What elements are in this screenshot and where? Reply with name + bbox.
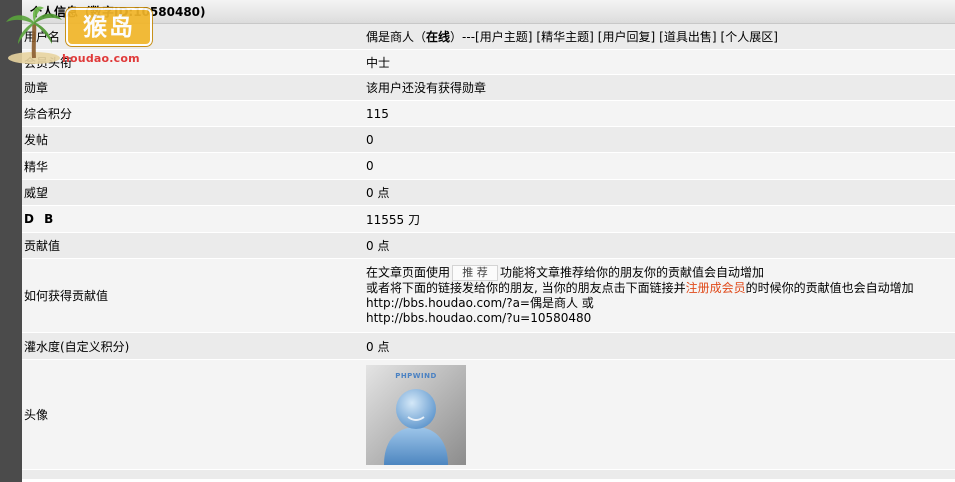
default-user-icon xyxy=(384,388,448,465)
row-digest: 精华 0 xyxy=(22,153,955,180)
register-link[interactable]: 注册成会员 xyxy=(686,281,746,295)
left-rail xyxy=(0,0,22,482)
row-prestige: 威望 0 点 xyxy=(22,180,955,206)
value-water: 0 点 xyxy=(366,339,390,354)
user-topics-link[interactable]: [用户主题] xyxy=(475,28,532,45)
label-avatar: 头像 xyxy=(24,408,49,422)
contribute-line-1: 在文章页面使用推 荐功能将文章推荐给你的朋友你的贡献值会自动增加 xyxy=(366,265,764,281)
value-score: 115 xyxy=(366,106,389,121)
recommend-button[interactable]: 推 荐 xyxy=(452,265,499,281)
status-close: ）--- xyxy=(450,30,476,44)
value-rank: 中士 xyxy=(366,55,391,70)
row-partial xyxy=(22,470,955,480)
section-title: 个人信息（数字ID:10580480) xyxy=(30,5,206,19)
row-water: 灌水度(自定义积分) 0 点 xyxy=(22,333,955,360)
row-db: D B 11555 刀 xyxy=(22,206,955,233)
row-posts: 发帖 0 xyxy=(22,127,955,153)
contribute-line-2: 或者将下面的链接发给你的朋友, 当你的朋友点击下面链接并注册成会员的时候你的贡献… xyxy=(366,281,914,296)
value-db: 11555 刀 xyxy=(366,212,420,227)
value-posts: 0 xyxy=(366,132,374,147)
personal-gallery-link[interactable]: [个人展区] xyxy=(721,28,778,45)
username-text: 偶是商人 xyxy=(366,30,415,44)
value-how-to-contribute: 在文章页面使用推 荐功能将文章推荐给你的朋友你的贡献值会自动增加 或者将下面的链… xyxy=(366,259,914,332)
label-score: 综合积分 xyxy=(24,107,73,121)
label-medal: 勋章 xyxy=(24,81,49,95)
row-score: 综合积分 115 xyxy=(22,101,955,127)
referral-link-2[interactable]: http://bbs.houdao.com/?u=10580480 xyxy=(366,311,591,326)
row-medal: 勋章 该用户还没有获得勋章 xyxy=(22,75,955,101)
user-replies-link[interactable]: [用户回复] xyxy=(598,28,655,45)
row-how-to-contribute: 如何获得贡献值 在文章页面使用推 荐功能将文章推荐给你的朋友你的贡献值会自动增加… xyxy=(22,259,955,333)
label-prestige: 威望 xyxy=(24,186,49,200)
line1-suffix: 功能将文章推荐给你的朋友你的贡献值会自动增加 xyxy=(500,265,765,280)
label-digest: 精华 xyxy=(24,159,49,174)
avatar: PHPWIND xyxy=(366,364,466,465)
item-sales-link[interactable]: [道具出售] xyxy=(659,28,716,45)
label-posts: 发帖 xyxy=(24,133,49,147)
value-avatar: PHPWIND xyxy=(366,360,466,469)
value-username: 偶是商人 （ 在线 ）--- [用户主题] [精华主题] [用户回复] [道具出… xyxy=(366,24,778,49)
status-open: （ xyxy=(414,30,427,44)
row-rank: 会员头衔 中士 xyxy=(22,50,955,75)
online-status: 在线 xyxy=(426,30,451,44)
label-username: 用户名 xyxy=(24,30,61,44)
line1-prefix: 在文章页面使用 xyxy=(366,265,451,280)
label-rank: 会员头衔 xyxy=(24,55,73,70)
row-username: 用户名 偶是商人 （ 在线 ）--- [用户主题] [精华主题] [用户回复] … xyxy=(22,24,955,50)
row-contribution: 贡献值 0 点 xyxy=(22,233,955,259)
user-digest-link[interactable]: [精华主题] xyxy=(536,28,593,45)
referral-link-1[interactable]: http://bbs.houdao.com/?a=偶是商人 或 xyxy=(366,296,594,311)
line2-prefix: 或者将下面的链接发给你的朋友, 当你的朋友点击下面链接并 xyxy=(366,281,686,295)
profile-table: 用户名 偶是商人 （ 在线 ）--- [用户主题] [精华主题] [用户回复] … xyxy=(22,24,955,480)
value-digest: 0 xyxy=(366,159,374,173)
line2-suffix: 的时候你的贡献值也会自动增加 xyxy=(745,281,914,295)
value-prestige: 0 点 xyxy=(366,186,390,200)
section-header: 个人信息（数字ID:10580480) xyxy=(22,0,955,24)
label-water: 灌水度(自定义积分) xyxy=(24,339,130,354)
label-db: D B xyxy=(24,212,57,226)
row-avatar: 头像 PHPWIND xyxy=(22,360,955,470)
value-medal: 该用户还没有获得勋章 xyxy=(366,81,487,95)
value-contribution: 0 点 xyxy=(366,239,390,253)
label-how-to-contribute: 如何获得贡献值 xyxy=(24,289,109,303)
label-contribution: 贡献值 xyxy=(24,239,61,253)
